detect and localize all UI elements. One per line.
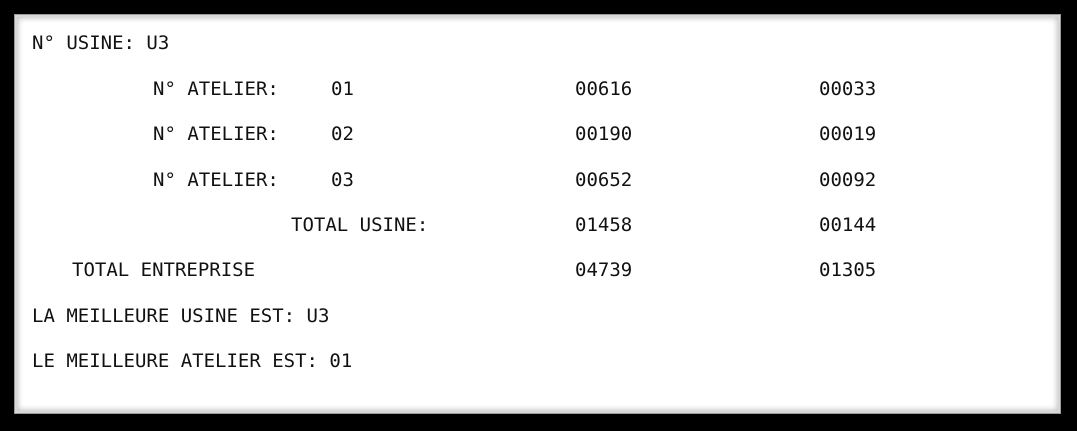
atelier-code: 02 [331,123,354,145]
atelier-value-1: 00616 [575,78,633,100]
total-usine-label: TOTAL USINE: [291,214,429,236]
atelier-code: 03 [331,169,354,191]
total-entreprise-label: TOTAL ENTREPRISE [72,259,256,281]
screenshot-frame: N° USINE: U3 N° ATELIER: 01 00616 00033 … [0,0,1077,431]
total-usine-value-1: 01458 [575,214,633,236]
atelier-label: N° ATELIER: [153,78,279,100]
atelier-value-2: 00033 [819,78,877,100]
total-entreprise-value-2: 01305 [819,259,877,281]
total-entreprise-value-1: 04739 [575,259,633,281]
atelier-value-2: 00092 [819,169,877,191]
atelier-value-1: 00652 [575,169,633,191]
usine-line: N° USINE: U3 [32,32,170,54]
atelier-label: N° ATELIER: [153,123,279,145]
best-usine-line: LA MEILLEURE USINE EST: U3 [32,305,330,327]
console-window: N° USINE: U3 N° ATELIER: 01 00616 00033 … [14,14,1061,414]
atelier-value-2: 00019 [819,123,877,145]
best-atelier-line: LE MEILLEURE ATELIER EST: 01 [32,350,353,372]
atelier-value-1: 00190 [575,123,633,145]
atelier-code: 01 [331,78,354,100]
total-usine-value-2: 00144 [819,214,877,236]
atelier-label: N° ATELIER: [153,169,279,191]
